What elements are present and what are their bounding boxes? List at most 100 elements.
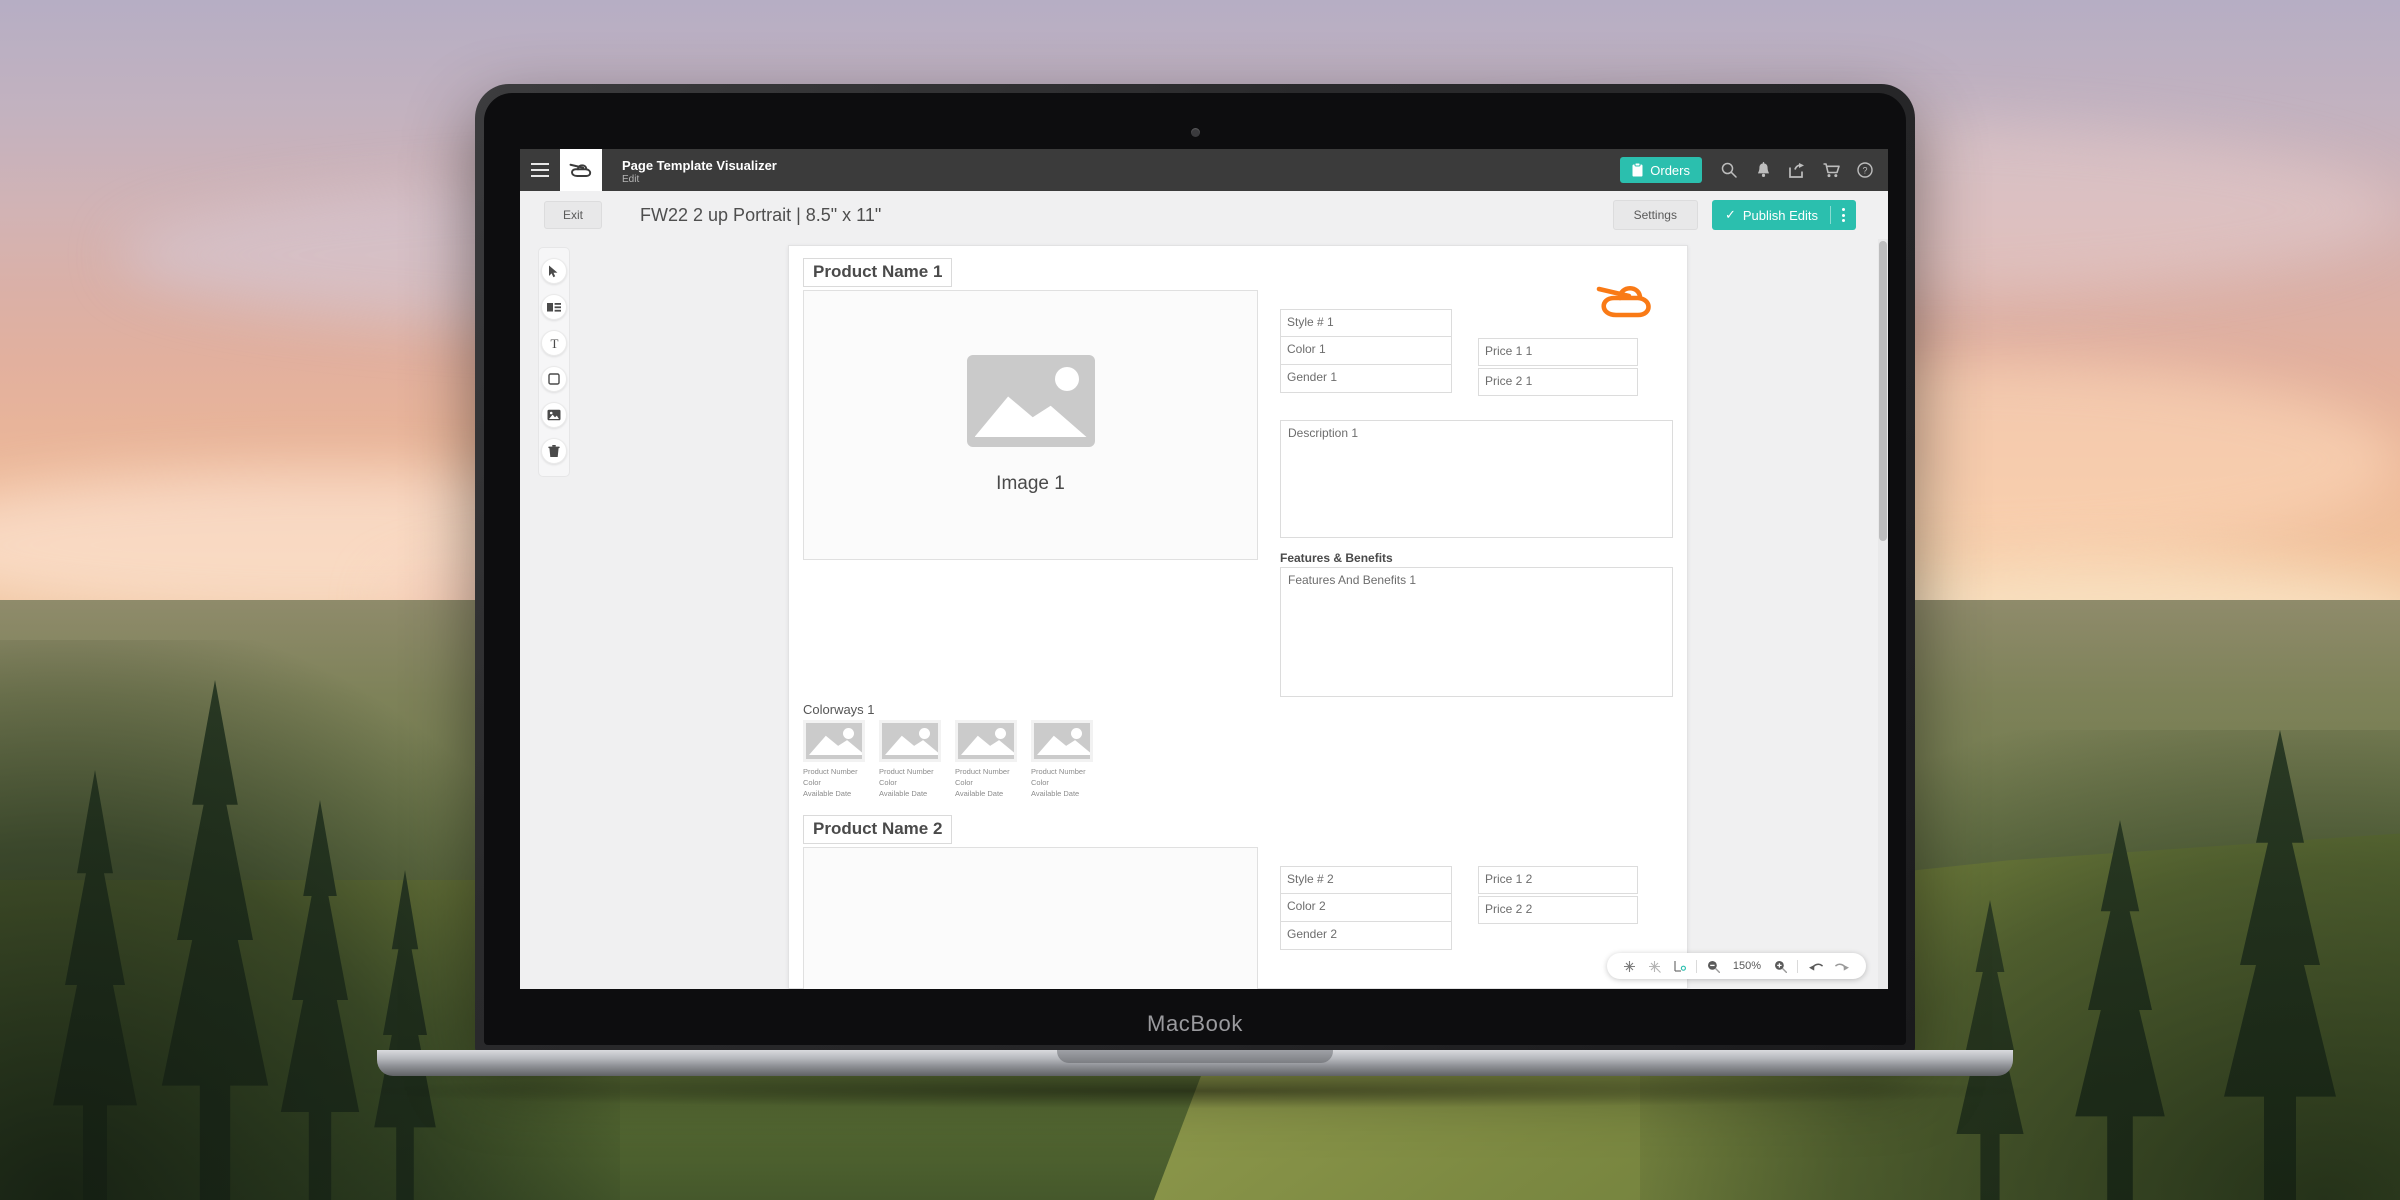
publish-edits-main[interactable]: ✓ Publish Edits <box>1712 207 1830 223</box>
price-1-field[interactable]: Price 1 1 <box>1478 338 1638 366</box>
colorway-thumbnail[interactable] <box>879 720 941 762</box>
style-number-field[interactable]: Style # 2 <box>1280 866 1452 894</box>
color-field[interactable]: Color 2 <box>1280 894 1452 922</box>
guides-icon[interactable] <box>1667 960 1692 973</box>
product-block-2: Product Name 2 Style # 2 Color 2 Gender … <box>803 815 1673 989</box>
hamburger-icon[interactable] <box>520 149 560 191</box>
product-attribute-grid: Style # 1 Color 1 Gender 1 Price 1 1 Pri… <box>1280 309 1673 396</box>
product-name-field[interactable]: Product Name 2 <box>803 815 953 844</box>
image-placeholder-icon <box>966 355 1095 447</box>
snap-off-icon[interactable] <box>1642 960 1667 973</box>
colorway-item[interactable]: Product Number Color Available Date <box>879 720 945 799</box>
publish-edits-button[interactable]: ✓ Publish Edits <box>1711 200 1856 230</box>
mountain-shape <box>974 396 1087 437</box>
product-name-field[interactable]: Product Name 1 <box>803 258 953 287</box>
mountain-shape <box>809 735 862 755</box>
document-actions: Settings ✓ Publish Edits <box>1612 200 1856 230</box>
colorway-thumbnail[interactable] <box>955 720 1017 762</box>
undo-icon[interactable] <box>1802 960 1829 972</box>
snap-on-icon[interactable] <box>1617 960 1642 973</box>
product-image-placeholder[interactable]: Image 1 <box>803 290 1258 560</box>
sun-shape <box>919 728 930 739</box>
image-tool[interactable] <box>541 402 567 428</box>
layout-tool[interactable] <box>541 294 567 320</box>
search-icon[interactable] <box>1712 149 1746 191</box>
mountain-shape <box>961 735 1014 755</box>
bell-icon[interactable] <box>1746 149 1780 191</box>
document-toolbar: Exit FW22 2 up Portrait | 8.5" x 11" Set… <box>520 191 1888 239</box>
template-page[interactable]: Product Name 1 Image 1 Style # 1 Color 1… <box>788 245 1688 989</box>
shape-tool[interactable] <box>541 366 567 392</box>
product-image-placeholder[interactable] <box>803 847 1258 989</box>
attribute-column-right: Price 1 2 Price 2 2 <box>1478 866 1638 950</box>
app-subtitle: Edit <box>622 174 640 185</box>
orders-label: Orders <box>1650 162 1690 178</box>
top-bar-actions: Orders ? <box>1620 149 1888 191</box>
product-row: Image 1 Style # 1 Color 1 Gender 1 Price… <box>803 285 1673 697</box>
price-1-field[interactable]: Price 1 2 <box>1478 866 1638 894</box>
colorway-item[interactable]: Product Number Color Available Date <box>1031 720 1097 799</box>
select-tool[interactable] <box>541 258 567 284</box>
screen: Page Template Visualizer Edit Orders ? E… <box>520 149 1888 989</box>
page-title: FW22 2 up Portrait | 8.5" x 11" <box>640 204 882 225</box>
colorways-label: Colorways 1 <box>803 702 875 717</box>
app-title: Page Template Visualizer <box>622 158 777 173</box>
color-field[interactable]: Color 1 <box>1280 337 1452 365</box>
product-attribute-grid: Style # 2 Color 2 Gender 2 Price 1 2 Pri… <box>1280 866 1673 950</box>
text-tool[interactable]: T <box>541 330 567 356</box>
orange-visor-logo <box>1596 285 1651 318</box>
zoom-in-icon[interactable] <box>1768 960 1793 973</box>
colorway-item[interactable]: Product Number Color Available Date <box>955 720 1021 799</box>
work-area: T Product Name 1 Image 1 Style # 1 Color… <box>520 239 1888 989</box>
price-2-field[interactable]: Price 2 1 <box>1478 368 1638 396</box>
laptop-lid: MacBook Page Template Visualizer Edit Or… <box>475 84 1915 1054</box>
colorway-product-number: Product Number <box>803 767 858 776</box>
sun-shape <box>1054 367 1079 391</box>
visor-logo-icon[interactable] <box>560 149 602 191</box>
share-icon[interactable] <box>1780 149 1814 191</box>
description-field[interactable]: Description 1 <box>1280 420 1673 538</box>
gender-field[interactable]: Gender 1 <box>1280 365 1452 393</box>
gender-field[interactable]: Gender 2 <box>1280 922 1452 950</box>
tool-rail-inner: T <box>538 247 570 477</box>
features-benefits-field[interactable]: Features And Benefits 1 <box>1280 567 1673 697</box>
product-right-column: Style # 1 Color 1 Gender 1 Price 1 1 Pri… <box>1280 285 1673 697</box>
colorway-thumbnail[interactable] <box>1031 720 1093 762</box>
exit-button[interactable]: Exit <box>544 201 603 229</box>
canvas-scrollbar[interactable] <box>1878 239 1888 989</box>
sun-shape <box>995 728 1006 739</box>
canvas-bottom-toolbar: 150% <box>1606 953 1866 979</box>
colorways-row: Product Number Color Available Date Prod… <box>803 720 1673 799</box>
settings-button[interactable]: Settings <box>1612 200 1698 230</box>
colorway-color: Color <box>879 778 897 787</box>
macbook-device: MacBook Page Template Visualizer Edit Or… <box>355 84 2035 1108</box>
colorway-item[interactable]: Product Number Color Available Date <box>803 720 869 799</box>
cart-icon[interactable] <box>1814 149 1848 191</box>
colorway-product-number: Product Number <box>879 767 934 776</box>
zoom-out-icon[interactable] <box>1701 960 1726 973</box>
orders-button[interactable]: Orders <box>1620 157 1702 183</box>
delete-tool[interactable] <box>541 438 567 464</box>
svg-text:T: T <box>550 337 558 350</box>
kebab-menu-icon[interactable] <box>1831 208 1856 222</box>
top-navigation-bar: Page Template Visualizer Edit Orders ? <box>520 149 1888 191</box>
help-icon[interactable]: ? <box>1848 149 1882 191</box>
style-number-field[interactable]: Style # 1 <box>1280 309 1452 337</box>
price-2-field[interactable]: Price 2 2 <box>1478 896 1638 924</box>
features-benefits-label: Features & Benefits <box>1280 551 1393 565</box>
scrollbar-thumb[interactable] <box>1879 241 1887 541</box>
product-left-column <box>803 844 1258 989</box>
colorway-available-date: Available Date <box>879 789 928 798</box>
colorway-available-date: Available Date <box>803 789 852 798</box>
sun-shape <box>1071 728 1082 739</box>
colorway-available-date: Available Date <box>1031 789 1080 798</box>
application-window: Page Template Visualizer Edit Orders ? E… <box>520 149 1888 989</box>
laptop-bezel: MacBook Page Template Visualizer Edit Or… <box>484 93 1906 1045</box>
zoom-level-label[interactable]: 150% <box>1726 960 1768 972</box>
product-block-1: Product Name 1 Image 1 Style # 1 Color 1… <box>803 258 1673 799</box>
redo-icon[interactable] <box>1829 960 1856 972</box>
colorway-thumbnail[interactable] <box>803 720 865 762</box>
tool-rail: T <box>520 239 588 989</box>
product-row: Style # 2 Color 2 Gender 2 Price 1 2 Pri… <box>803 844 1673 989</box>
laptop-base-notch <box>1057 1050 1333 1063</box>
